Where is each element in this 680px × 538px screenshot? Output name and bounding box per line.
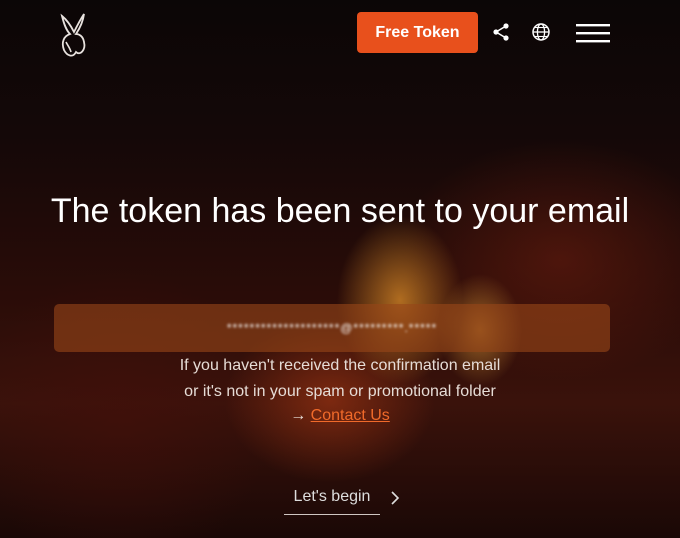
contact-us-link[interactable]: Contact Us xyxy=(311,407,390,424)
token-sent-page: Free Token The token has been sent to yo… xyxy=(0,0,680,538)
page-title: The token has been sent to your email xyxy=(50,192,630,230)
mask-logo-icon[interactable] xyxy=(56,12,90,58)
free-token-button[interactable]: Free Token xyxy=(357,12,478,53)
header: Free Token xyxy=(0,0,680,70)
share-icon[interactable] xyxy=(489,20,513,44)
email-masked-text: ********************@*********.***** xyxy=(226,321,438,335)
info-text: If you haven't received the confirmation… xyxy=(90,353,590,405)
lets-begin-underline xyxy=(284,514,380,515)
globe-icon[interactable] xyxy=(529,20,553,44)
lets-begin-button[interactable]: Let's begin xyxy=(284,484,414,516)
email-display: ********************@*********.***** xyxy=(54,304,610,352)
lets-begin-label: Let's begin xyxy=(293,488,371,505)
info-line-2: or it's not in your spam or promotional … xyxy=(184,383,496,400)
info-line-1: If you haven't received the confirmation… xyxy=(179,357,501,374)
chevron-right-icon xyxy=(390,490,400,511)
arrow-right-icon: → xyxy=(290,407,307,424)
contact-row: → Contact Us xyxy=(240,404,440,428)
hamburger-menu-icon[interactable] xyxy=(576,22,610,46)
